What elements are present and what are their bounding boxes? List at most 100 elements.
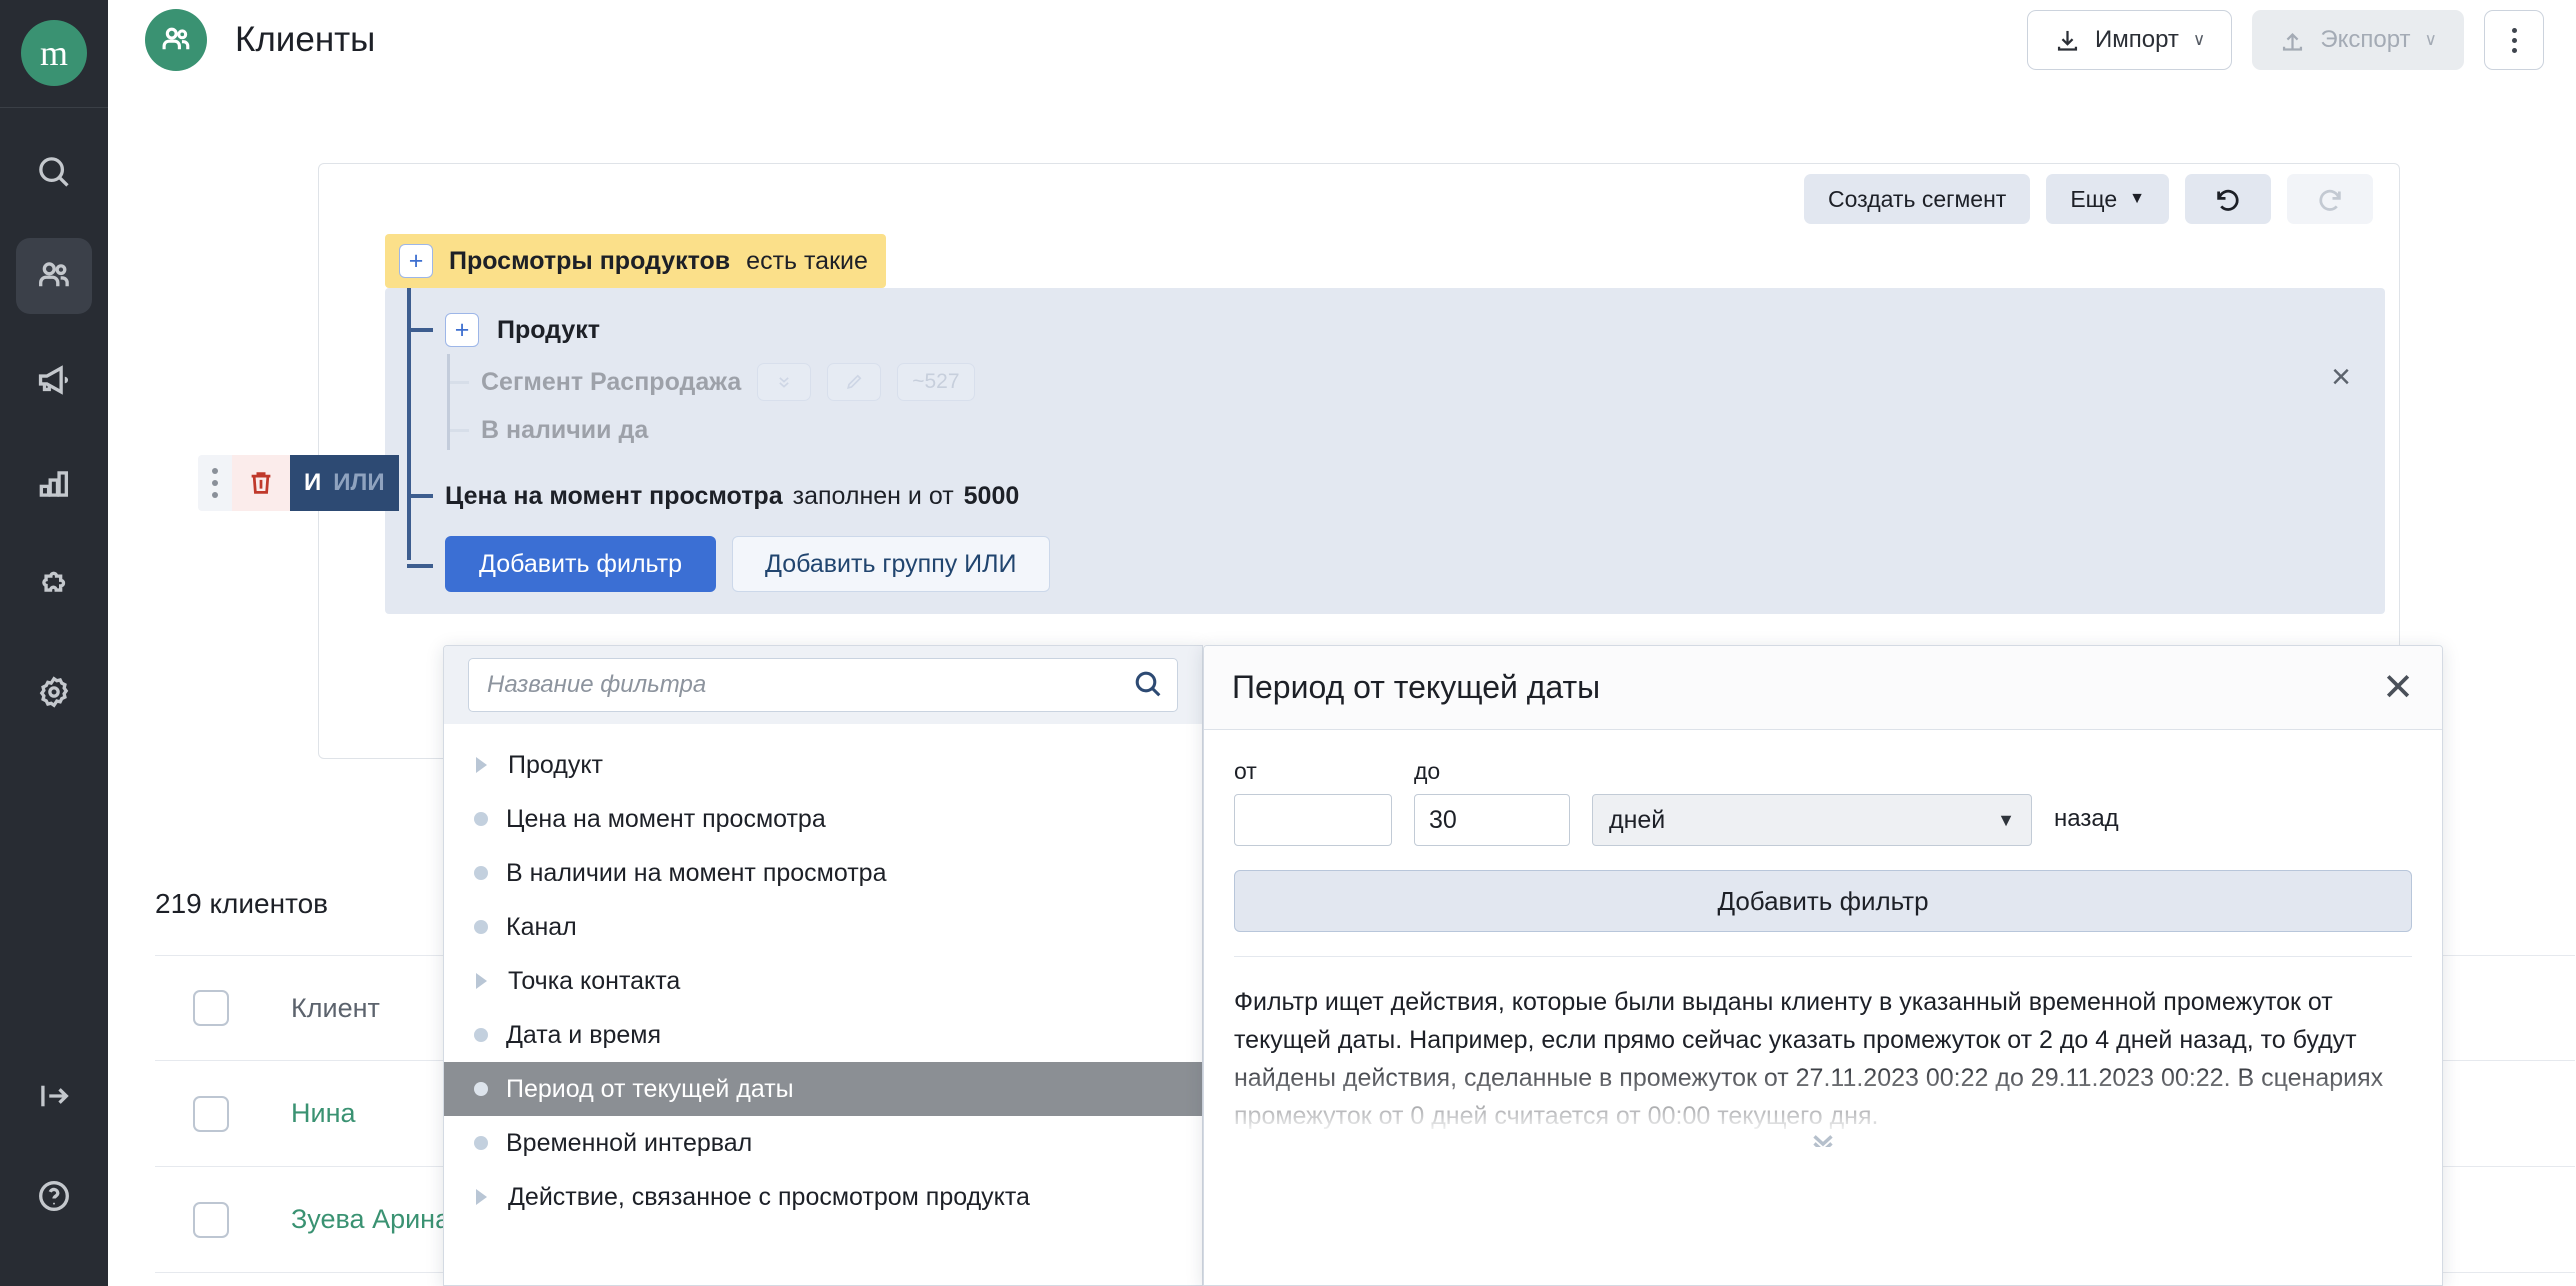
sidebar-item-expand[interactable] [16,1058,92,1134]
filter-group: × + Продукт Сегмент Распродажа ~527 В на… [385,288,2385,614]
left-sidebar: m [0,0,108,1286]
add-or-group-button[interactable]: Добавить группу ИЛИ [731,536,1050,592]
page-header: Клиенты Импорт ∨ Экспорт ∨ [108,0,2576,80]
tree-elbow [447,380,469,384]
more-options-button[interactable] [2484,10,2544,70]
export-button[interactable]: Экспорт ∨ [2252,10,2464,70]
more-button[interactable]: Еще ▼ [2046,174,2169,224]
unit-select-value: дней [1609,805,1666,834]
detail-header: Период от текущей даты ✕ [1204,646,2442,730]
bullet-icon [474,1082,488,1096]
expand-plus-icon[interactable]: + [445,313,479,347]
to-label: до [1414,758,1441,784]
or-option[interactable]: ИЛИ [333,469,384,497]
search-icon-wrapper[interactable] [1132,668,1164,705]
filter-list-item-period-from-current-date[interactable]: Период от текущей даты [444,1062,1202,1116]
filter-row-price[interactable]: Цена на момент просмотра заполнен и от 5… [385,468,2385,524]
segment-count-chip[interactable]: ~527 [897,363,975,401]
search-wrapper [468,658,1178,712]
and-option[interactable]: И [304,469,321,497]
and-or-toggle[interactable]: И ИЛИ [290,455,399,511]
import-button[interactable]: Импорт ∨ [2027,10,2233,70]
delete-group-button[interactable] [232,455,290,511]
bullet-icon [474,812,488,826]
filter-list-item-label: Канал [506,912,577,941]
root-condition-name: Просмотры продуктов [449,246,731,275]
chevron-down-icon: ▼ [1997,809,2015,830]
filter-list-item-contact-point[interactable]: Точка контакта [444,954,1202,1008]
filter-list-item-product-view-action[interactable]: Действие, связанное с просмотром продукт… [444,1170,1202,1224]
sidebar-item-settings[interactable] [16,654,92,730]
undo-button[interactable] [2185,174,2271,224]
dot [212,492,218,498]
filter-group-actions: Добавить фильтр Добавить группу ИЛИ [385,536,2385,592]
drag-handle[interactable] [198,455,232,511]
app-logo[interactable]: m [21,20,87,86]
filter-list-item-channel[interactable]: Канал [444,900,1202,954]
client-name-link[interactable]: Зуева Арина [291,1204,450,1235]
detail-description-wrapper: Фильтр ищет действия, которые были выдан… [1204,957,2442,1147]
row-checkbox[interactable] [193,1201,229,1238]
filter-list-item-instock[interactable]: В наличии на момент просмотра [444,846,1202,900]
filter-picker-popup: Продукт Цена на момент просмотра В налич… [443,645,1203,1286]
chevrons-down-icon [1813,1135,1833,1147]
filter-subrow-segment[interactable]: Сегмент Распродажа ~527 [385,358,2385,406]
filter-list-item-label: Дата и время [506,1020,662,1049]
column-header-client: Клиент [291,992,380,1023]
to-input[interactable] [1414,794,1570,846]
filter-detail-panel: Период от текущей даты ✕ от до дней ▼ на… [1203,645,2443,1286]
page-title: Клиенты [235,20,376,59]
filter-search-input[interactable] [468,658,1178,712]
unit-select[interactable]: дней ▼ [1592,794,2032,846]
dot [2511,47,2517,53]
expand-panel-icon [41,1085,69,1107]
from-label: от [1234,758,1257,784]
filter-list-item-label: Точка контакта [508,966,681,995]
sidebar-item-help[interactable] [16,1158,92,1234]
triangle-right-icon [476,1189,487,1205]
from-input[interactable] [1234,794,1392,846]
sidebar-item-search[interactable] [16,134,92,210]
chevrons-chip[interactable] [757,363,812,401]
triangle-right-icon [476,757,487,773]
analytics-bar-chart-icon [39,471,69,497]
page-avatar [145,9,207,71]
filter-row-product[interactable]: + Продукт [385,302,2385,358]
create-segment-button[interactable]: Создать сегмент [1804,174,2031,224]
client-name-link[interactable]: Нина [291,1098,356,1129]
expand-plus-icon[interactable]: + [399,244,433,278]
sidebar-nav [16,108,92,1058]
root-condition-pill[interactable]: + Просмотры продуктов есть такие [385,234,886,288]
edit-chip[interactable] [827,363,882,401]
select-all-checkbox[interactable] [193,990,229,1026]
close-icon[interactable]: ✕ [2382,669,2414,707]
sidebar-item-clients[interactable] [16,238,92,314]
redo-icon [2319,189,2341,211]
dot [2511,37,2517,43]
filter-list-item-label: Цена на момент просмотра [506,804,826,833]
sidebar-item-campaigns[interactable] [16,342,92,418]
chevron-down-icon: ∨ [2424,30,2437,49]
filter-list-item-time-interval[interactable]: Временной интервал [444,1116,1202,1170]
expand-description-button[interactable] [1204,1125,2442,1147]
app-root: m Клиенты Импорт ∨ Экспорт ∨ Создать сег… [0,0,2576,1286]
filter-list-item-price[interactable]: Цена на момент просмотра [444,792,1202,846]
filter-subrow-instock[interactable]: В наличии да [385,406,2385,454]
filter-subrow-label: В наличии да [481,415,649,444]
filter-list-item-datetime[interactable]: Дата и время [444,1008,1202,1062]
settings-gear-icon [39,676,69,708]
detail-add-filter-button[interactable]: Добавить фильтр [1234,870,2412,932]
redo-button[interactable] [2287,174,2373,224]
tree-elbow [407,328,433,332]
sidebar-item-analytics[interactable] [16,446,92,522]
filter-list-item-product[interactable]: Продукт [444,738,1202,792]
row-checkbox[interactable] [193,1095,229,1132]
undo-icon [2217,189,2239,211]
root-condition-operator: есть такие [746,246,868,275]
tree-elbow [447,428,469,432]
download-icon [2057,30,2078,51]
add-filter-button[interactable]: Добавить фильтр [445,536,716,592]
filter-list-item-label: Продукт [508,750,603,779]
filter-list-item-label: Действие, связанное с просмотром продукт… [508,1182,1030,1211]
sidebar-item-integrations[interactable] [16,550,92,626]
